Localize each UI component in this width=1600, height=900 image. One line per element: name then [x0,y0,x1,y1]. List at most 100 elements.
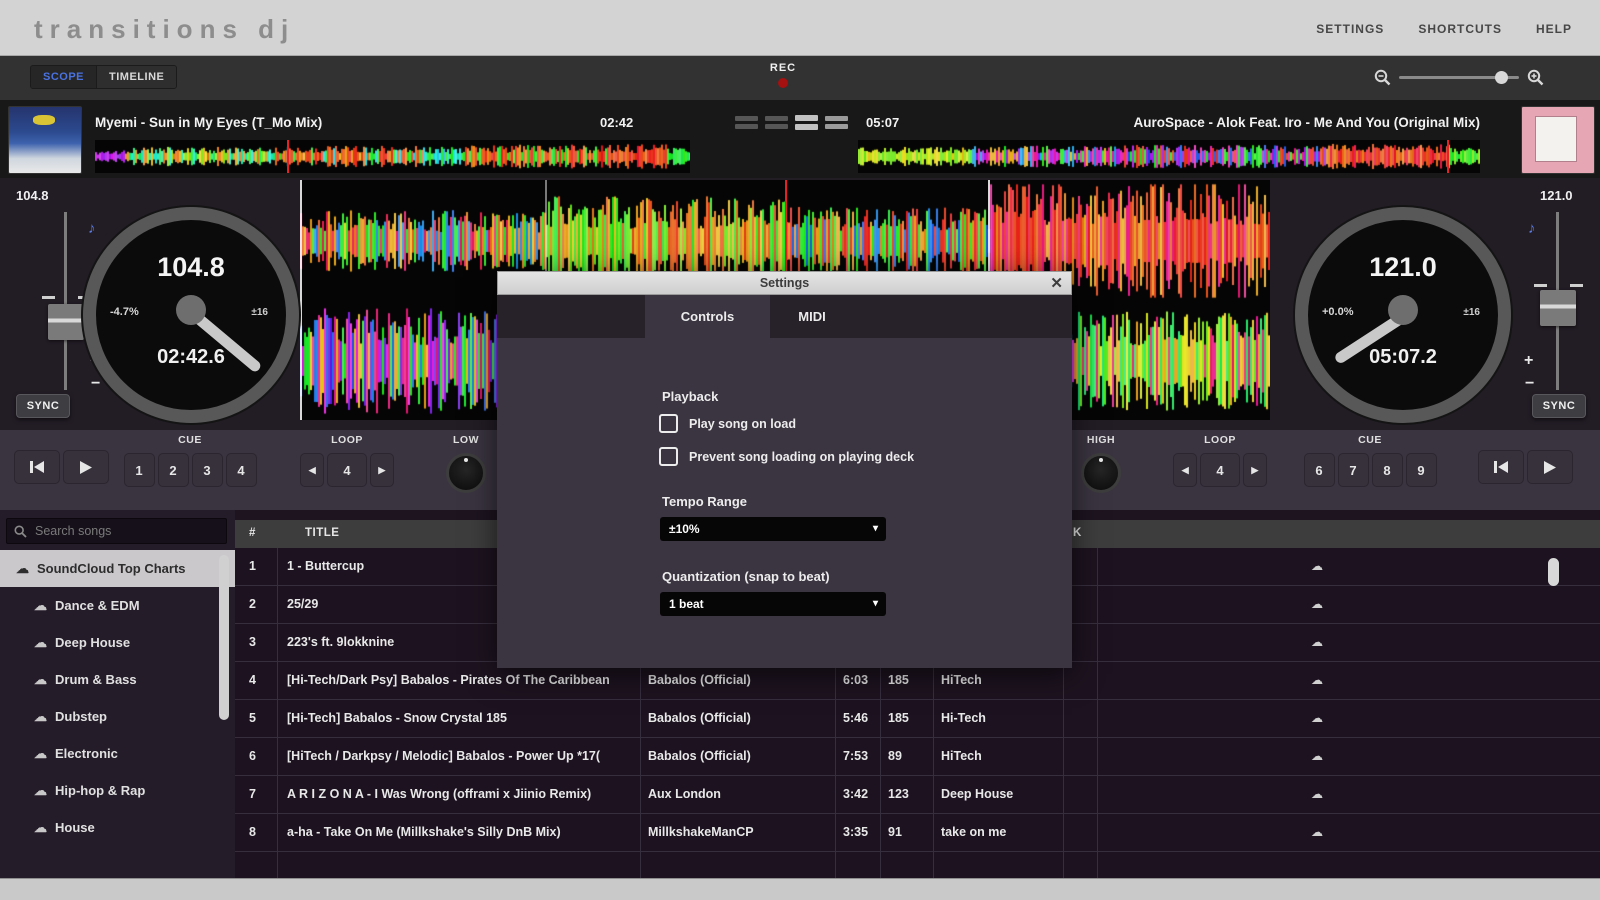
view-tab-timeline[interactable]: TIMELINE [97,66,176,88]
cell-genre: HiTech [941,738,1061,775]
top-nav-help[interactable]: HELP [1536,22,1572,36]
deck-b-play-button[interactable] [1527,450,1573,484]
deck-a-pitch-down-button[interactable]: − [91,377,100,391]
search-icon [14,525,27,538]
search-input[interactable] [33,523,219,539]
checkbox-icon[interactable] [659,414,678,433]
playlist-item[interactable]: ☁Electronic [0,735,235,772]
tab-midi[interactable]: MIDI [777,295,847,338]
header-link-partial[interactable]: K [1073,527,1082,539]
playlist-item[interactable]: ☁Dance & EDM [0,587,235,624]
deck-a-skip-start-button[interactable] [14,450,60,484]
deck-a-sync-button[interactable]: SYNC [16,394,70,418]
prevent-loading-option[interactable]: Prevent song loading on playing deck [659,447,914,466]
soundcloud-link-icon[interactable]: ☁ [1303,662,1331,699]
layout-option-3-icon[interactable] [795,113,818,131]
deck-b-keylock-note-icon[interactable]: ♪ [1528,220,1536,237]
deck-b-pitch-down-button[interactable]: − [1525,377,1534,391]
playlist-scrollbar-thumb[interactable] [219,555,229,720]
deck-a-pitch-handle[interactable] [48,304,84,340]
deck-a-cue-2-button[interactable]: 2 [158,453,189,487]
column-separator [1097,776,1098,813]
playlist-item[interactable]: ☁Dubstep [0,698,235,735]
column-separator [277,586,278,623]
playlist-item[interactable]: ☁Hip-hop & Rap [0,772,235,809]
soundcloud-link-icon[interactable]: ☁ [1303,548,1331,585]
deck-a-overview-waveform[interactable] [95,140,690,173]
playlist-scrollbar[interactable] [219,555,229,835]
soundcloud-link-icon[interactable]: ☁ [1303,700,1331,737]
deck-b-loop-double-button[interactable]: ▶ [1243,453,1267,487]
deck-b-cue-9-button[interactable]: 9 [1406,453,1437,487]
header-num[interactable]: # [249,527,256,539]
soundcloud-link-icon[interactable]: ☁ [1303,814,1331,851]
settings-dialog-titlebar[interactable]: Settings ✕ [497,271,1072,295]
table-row[interactable]: 5[Hi-Tech] Babalos - Snow Crystal 185Bab… [235,700,1600,738]
table-row[interactable]: 6[HiTech / Darkpsy / Melodic] Babalos - … [235,738,1600,776]
deck-b-cue-7-button[interactable]: 7 [1338,453,1369,487]
deck-a-keylock-note-icon[interactable]: ♪ [88,220,96,237]
play-on-load-option[interactable]: Play song on load [659,414,796,433]
checkbox-icon[interactable] [659,447,678,466]
column-separator [880,776,881,813]
bottom-bar [0,878,1600,900]
record-control[interactable]: REC [763,62,803,88]
pitch-tick [42,296,55,299]
tab-controls[interactable]: Controls [645,295,770,338]
layout-option-4-icon[interactable] [825,113,848,131]
zoom-slider-thumb[interactable] [1495,71,1508,84]
deck-b-loop-length[interactable]: 4 [1200,453,1239,487]
deck-b-jog-wheel[interactable]: 121.0 +0.0% ±16 05:07.2 [1295,207,1511,423]
zoom-out-icon[interactable] [1374,69,1391,86]
layout-option-2-icon[interactable] [765,113,788,131]
song-search[interactable] [6,518,227,544]
column-separator [640,700,641,737]
quantization-select[interactable]: 1 beat ▾ [660,592,886,616]
deck-a-loop-halve-button[interactable]: ◀ [300,453,324,487]
playlist-item[interactable]: ☁Drum & Bass [0,661,235,698]
soundcloud-link-icon[interactable]: ☁ [1303,624,1331,661]
deck-a-pitch-slider[interactable] [64,212,67,390]
tempo-range-select[interactable]: ±10% ▾ [660,517,886,541]
deck-b-sync-button[interactable]: SYNC [1532,394,1586,418]
view-tab-scope[interactable]: SCOPE [31,66,97,88]
top-nav-shortcuts[interactable]: SHORTCUTS [1418,22,1502,36]
zoom-in-icon[interactable] [1527,69,1544,86]
pitch-tick [1534,284,1547,287]
deck-b-pitch-handle[interactable] [1540,290,1576,326]
deck-a-cue-1-button[interactable]: 1 [124,453,155,487]
deck-b-loop-halve-button[interactable]: ◀ [1173,453,1197,487]
soundcloud-link-icon[interactable]: ☁ [1303,738,1331,775]
soundcloud-link-icon[interactable]: ☁ [1303,586,1331,623]
playlist-item[interactable]: ☁Deep House [0,624,235,661]
deck-a-jog-wheel[interactable]: 104.8 -4.7% ±16 02:42.6 [83,207,299,423]
header-title[interactable]: TITLE [305,527,339,539]
deck-b-jog-hub [1388,295,1418,325]
deck-a-loop-length[interactable]: 4 [327,453,366,487]
deck-b-cue-8-button[interactable]: 8 [1372,453,1403,487]
deck-a-cue-3-button[interactable]: 3 [192,453,223,487]
deck-b-overview-waveform[interactable] [858,140,1480,173]
cell-num: 6 [249,738,289,775]
app-logo: transitions dj [34,14,295,45]
deck-b-skip-start-button[interactable] [1478,450,1524,484]
cell-num: 7 [249,776,289,813]
deck-b-cue-6-button[interactable]: 6 [1304,453,1335,487]
top-nav-settings[interactable]: SETTINGS [1316,22,1384,36]
deck-a-play-button[interactable] [63,450,109,484]
close-icon[interactable]: ✕ [1050,273,1063,295]
table-row[interactable]: 7A R I Z O N A - I Was Wrong (offrami x … [235,776,1600,814]
table-row[interactable]: 8a-ha - Take On Me (Millkshake's Silly D… [235,814,1600,852]
layout-option-1-icon[interactable] [735,113,758,131]
playlist-item[interactable]: ☁House [0,809,235,846]
deck-a-loop-double-button[interactable]: ▶ [370,453,394,487]
table-scrollbar-thumb[interactable] [1548,558,1559,586]
zoom-slider[interactable] [1399,76,1519,79]
playlist-item[interactable]: ☁SoundCloud Top Charts [0,550,235,587]
soundcloud-link-icon[interactable]: ☁ [1303,776,1331,813]
deck-a-cue-4-button[interactable]: 4 [226,453,257,487]
deck-a-eq-low-knob[interactable] [446,453,486,493]
deck-b-pitch-up-button[interactable]: + [1524,354,1533,368]
deck-b-eq-high-knob[interactable] [1081,453,1121,493]
column-separator [1063,814,1064,851]
